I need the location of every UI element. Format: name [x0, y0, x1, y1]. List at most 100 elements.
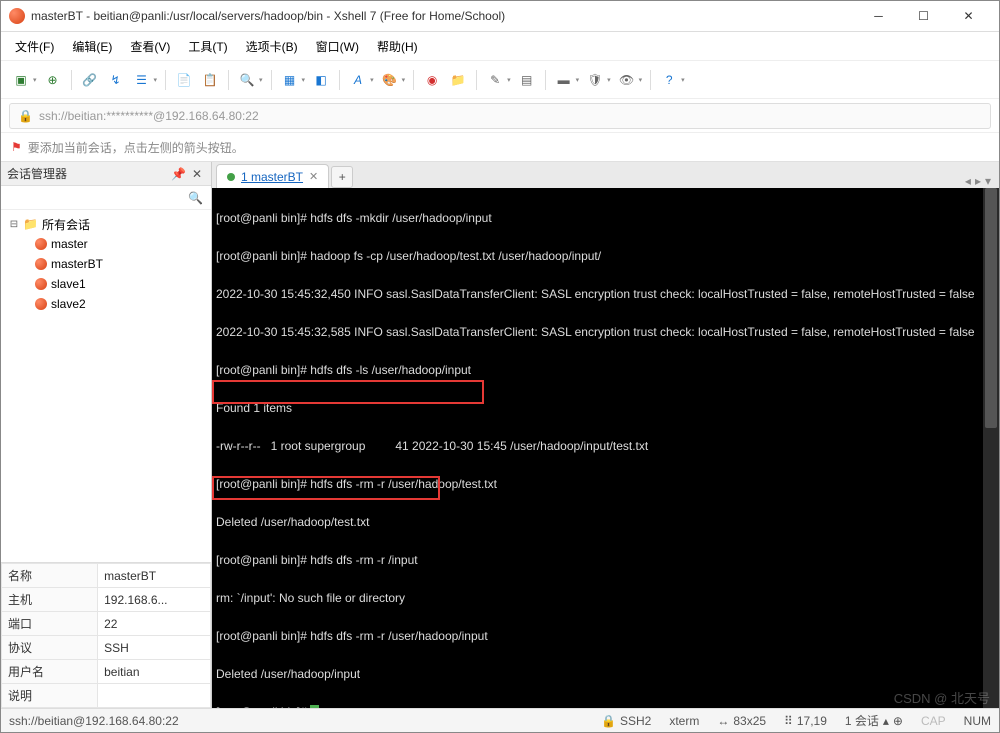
- tab-next-icon[interactable]: ▸: [975, 174, 981, 188]
- session-label: slave2: [51, 297, 86, 311]
- scrollbar-thumb[interactable]: [985, 188, 997, 428]
- workspace: 会话管理器 📌 ✕ 🔍 ⊟ 📁 所有会话 master masterBT: [1, 162, 999, 708]
- hint-bar: ⚑ 要添加当前会话，点击左侧的箭头按钮。: [1, 132, 999, 162]
- prop-protocol-value: SSH: [98, 636, 211, 660]
- prop-desc-label: 说明: [2, 684, 98, 708]
- session-icon: [35, 238, 47, 250]
- tree-root-label: 所有会话: [42, 216, 90, 233]
- session-icon: [35, 258, 47, 270]
- address-text: ssh://beitian:**********@192.168.64.80:2…: [39, 109, 259, 123]
- minimize-button[interactable]: ─: [856, 2, 901, 30]
- tabbar: 1 masterBT ✕ + ◂ ▸ ▾: [212, 162, 999, 188]
- disconnect-button[interactable]: ↯: [104, 68, 128, 92]
- hint-text: 要添加当前会话，点击左侧的箭头按钮。: [28, 139, 244, 156]
- statusbar: ssh://beitian@192.168.64.80:22 🔒SSH2 xte…: [1, 708, 999, 732]
- terminal-line: [root@panli bin]# hadoop fs -cp /user/ha…: [216, 247, 995, 266]
- terminal-line: -rw-r--r-- 1 root supergroup 41 2022-10-…: [216, 437, 995, 456]
- prop-port-value: 22: [98, 612, 211, 636]
- tab-close-icon[interactable]: ✕: [309, 170, 318, 183]
- new-session-button[interactable]: ▣: [9, 68, 33, 92]
- prop-name-value: masterBT: [98, 564, 211, 588]
- tab-list-icon[interactable]: ▾: [985, 174, 991, 188]
- terminal-line: [root@panli bin]# hdfs dfs -mkdir /user/…: [216, 209, 995, 228]
- panel-close-icon[interactable]: ✕: [189, 167, 205, 181]
- menu-view[interactable]: 查看(V): [124, 36, 176, 57]
- session-icon: [35, 298, 47, 310]
- lock-button[interactable]: 🛡: [583, 68, 607, 92]
- addressbar: 🔒 ssh://beitian:**********@192.168.64.80…: [1, 98, 999, 132]
- menu-tabs[interactable]: 选项卡(B): [240, 36, 304, 57]
- session-manager: 会话管理器 📌 ✕ 🔍 ⊟ 📁 所有会话 master masterBT: [1, 162, 212, 708]
- session-item-masterbt[interactable]: masterBT: [7, 254, 205, 274]
- terminal-line: [root@panli bin]# hdfs dfs -rm -r /input: [216, 551, 995, 570]
- status-num: NUM: [964, 714, 991, 728]
- prop-name-label: 名称: [2, 564, 98, 588]
- session-icon: [35, 278, 47, 290]
- menu-tools[interactable]: 工具(T): [182, 36, 233, 57]
- help-button[interactable]: ?: [657, 68, 681, 92]
- font-button[interactable]: A: [346, 68, 370, 92]
- open-button[interactable]: ⊕: [41, 68, 65, 92]
- terminal-line: [root@panli bin]# hdfs dfs -ls /user/had…: [216, 361, 995, 380]
- status-dot-icon: [227, 173, 235, 181]
- menu-file[interactable]: 文件(F): [9, 36, 60, 57]
- tab-title: 1 masterBT: [241, 170, 303, 184]
- xftp-button[interactable]: 📁: [446, 68, 470, 92]
- maximize-button[interactable]: ☐: [901, 2, 946, 30]
- session-label: master: [51, 237, 88, 251]
- address-input[interactable]: 🔒 ssh://beitian:**********@192.168.64.80…: [9, 103, 991, 129]
- layout-button[interactable]: ▦: [278, 68, 302, 92]
- search-icon[interactable]: 🔍: [188, 191, 203, 205]
- prop-user-label: 用户名: [2, 660, 98, 684]
- close-button[interactable]: ✕: [946, 2, 991, 30]
- session-item-slave2[interactable]: slave2: [7, 294, 205, 314]
- session-manager-title: 会话管理器: [7, 165, 67, 182]
- terminal-line: Deleted /user/hadoop/test.txt: [216, 513, 995, 532]
- reconnect-button[interactable]: 🔗: [78, 68, 102, 92]
- pin-icon[interactable]: 📌: [168, 167, 189, 181]
- size-icon: ↔: [717, 714, 729, 728]
- session-label: slave1: [51, 277, 86, 291]
- terminal-line: [root@panli bin]#: [216, 703, 995, 708]
- pos-icon: ⠿: [784, 714, 793, 728]
- menu-edit[interactable]: 编辑(E): [66, 36, 118, 57]
- view-button[interactable]: 👁: [615, 68, 639, 92]
- tab-masterbt[interactable]: 1 masterBT ✕: [216, 164, 329, 188]
- highlight-button[interactable]: ▬: [552, 68, 576, 92]
- tree-root[interactable]: ⊟ 📁 所有会话: [7, 214, 205, 234]
- prop-host-label: 主机: [2, 588, 98, 612]
- status-ssh: SSH2: [620, 714, 651, 728]
- folder-icon: 📁: [23, 217, 38, 231]
- session-tree: ⊟ 📁 所有会话 master masterBT slave1 slave2: [1, 210, 211, 562]
- session-item-master[interactable]: master: [7, 234, 205, 254]
- status-size: 83x25: [733, 714, 766, 728]
- script-button[interactable]: ▤: [515, 68, 539, 92]
- copy-button[interactable]: 📄: [172, 68, 196, 92]
- app-icon: [9, 8, 25, 24]
- menu-help[interactable]: 帮助(H): [371, 36, 424, 57]
- terminal-scrollbar[interactable]: [983, 188, 999, 708]
- tab-prev-icon[interactable]: ◂: [965, 174, 971, 188]
- tab-add-button[interactable]: +: [331, 166, 353, 188]
- status-term: xterm: [669, 714, 699, 728]
- flag-icon: ⚑: [11, 140, 22, 154]
- terminal[interactable]: [root@panli bin]# hdfs dfs -mkdir /user/…: [212, 188, 999, 708]
- prop-host-value: 192.168.6...: [98, 588, 211, 612]
- status-sessions: 1 会话: [845, 712, 879, 729]
- titlebar: masterBT - beitian@panli:/usr/local/serv…: [1, 1, 999, 32]
- properties-button[interactable]: ◧: [309, 68, 333, 92]
- session-item-slave1[interactable]: slave1: [7, 274, 205, 294]
- menu-window[interactable]: 窗口(W): [310, 36, 365, 57]
- compose-button[interactable]: ✎: [483, 68, 507, 92]
- paste-button[interactable]: 📋: [198, 68, 222, 92]
- collapse-icon[interactable]: ⊟: [9, 219, 19, 230]
- toolbar: ▣▾ ⊕ 🔗 ↯ ☰▾ 📄 📋 🔍▾ ▦▾ ◧ A▾ 🎨▾ ◉ 📁 ✎▾ ▤ ▬…: [1, 60, 999, 98]
- profiles-button[interactable]: ☰: [130, 68, 154, 92]
- xagent-button[interactable]: ◉: [420, 68, 444, 92]
- status-cap: CAP: [921, 714, 946, 728]
- terminal-line: Deleted /user/hadoop/input: [216, 665, 995, 684]
- prop-port-label: 端口: [2, 612, 98, 636]
- color-scheme-button[interactable]: 🎨: [378, 68, 402, 92]
- window-title: masterBT - beitian@panli:/usr/local/serv…: [31, 9, 856, 23]
- find-button[interactable]: 🔍: [235, 68, 259, 92]
